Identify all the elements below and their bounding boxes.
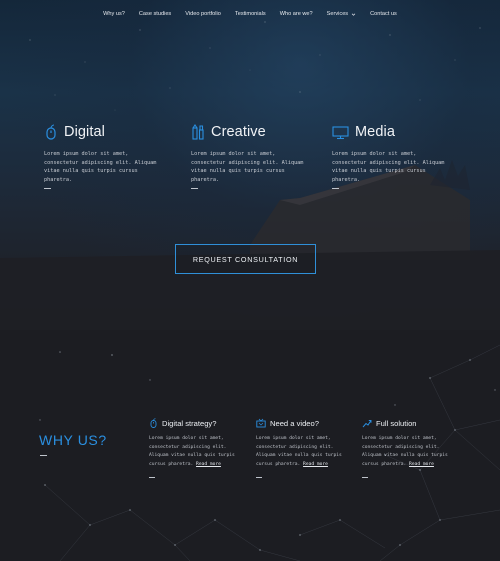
service-description: Lorem ipsum dolor sit amet, consectetur … — [332, 151, 445, 183]
feature-title: Full solution — [376, 418, 417, 428]
feature-description: Lorem ipsum dolor sit amet, consectetur … — [362, 435, 457, 469]
service-description: Lorem ipsum dolor sit amet, consectetur … — [191, 151, 304, 183]
feature-need-a-video: Need a video? Lorem ipsum dolor sit amet… — [256, 417, 351, 478]
nav-item-services-label: Services — [326, 11, 349, 17]
nav-item-contact-us[interactable]: Contact us — [363, 8, 404, 20]
nav-item-who-are-we[interactable]: Who are we? — [273, 8, 320, 20]
nav-item-case-studies[interactable]: Case studies — [132, 8, 178, 20]
divider — [191, 188, 198, 190]
feature-description: Lorem ipsum dolor sit amet, consectetur … — [149, 435, 244, 469]
divider — [44, 188, 51, 190]
feature-title: Digital strategy? — [162, 418, 217, 428]
top-nav: Why us? Case studies Video portfolio Tes… — [0, 8, 500, 20]
service-digital: Digital Lorem ipsum dolor sit amet, cons… — [44, 122, 184, 190]
feature-title: Need a video? — [270, 418, 319, 428]
nav-item-testimonials[interactable]: Testimonials — [228, 8, 273, 20]
divider — [149, 477, 155, 478]
service-title: Media — [355, 124, 395, 140]
divider — [332, 188, 339, 190]
divider — [362, 477, 368, 478]
read-more-link[interactable]: Read more — [409, 462, 434, 467]
feature-digital-strategy: Digital strategy? Lorem ipsum dolor sit … — [149, 417, 244, 478]
feature-text: Lorem ipsum dolor sit amet, consectetur … — [362, 436, 448, 467]
nav-item-why-us[interactable]: Why us? — [96, 8, 132, 20]
feature-description: Lorem ipsum dolor sit amet, consectetur … — [256, 435, 351, 469]
feature-full-solution: Full solution Lorem ipsum dolor sit amet… — [362, 417, 457, 478]
chart-growth-icon — [362, 420, 372, 428]
service-description: Lorem ipsum dolor sit amet, consectetur … — [44, 151, 157, 183]
read-more-link[interactable]: Read more — [303, 462, 328, 467]
mouse-icon — [46, 124, 56, 140]
read-more-link[interactable]: Read more — [196, 462, 221, 467]
service-title: Creative — [211, 124, 266, 140]
divider — [256, 477, 262, 478]
feature-text: Lorem ipsum dolor sit amet, consectetur … — [149, 436, 235, 467]
divider — [40, 455, 47, 456]
monitor-icon — [332, 126, 349, 140]
nav-item-services[interactable]: Services — [320, 8, 363, 20]
chevron-down-icon — [351, 13, 356, 16]
feature-text: Lorem ipsum dolor sit amet, consectetur … — [256, 436, 342, 467]
tv-icon — [256, 418, 266, 428]
nav-item-video-portfolio[interactable]: Video portfolio — [178, 8, 228, 20]
stars — [29, 21, 481, 111]
pencil-brush-icon — [192, 124, 204, 140]
service-media: Media Lorem ipsum dolor sit amet, consec… — [332, 122, 472, 190]
request-consultation-button[interactable]: REQUEST CONSULTATION — [175, 244, 316, 274]
service-creative: Creative Lorem ipsum dolor sit amet, con… — [191, 122, 331, 190]
why-us-heading: WHY US? — [39, 432, 107, 448]
service-title: Digital — [64, 124, 105, 140]
mouse-icon — [150, 418, 157, 428]
